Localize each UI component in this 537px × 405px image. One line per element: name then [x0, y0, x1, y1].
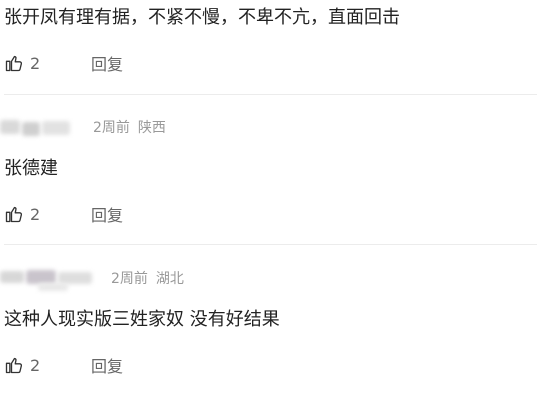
- comment-actions: 2 回复: [4, 353, 123, 377]
- thumbs-up-icon: [5, 206, 23, 223]
- like-count: 2: [30, 204, 41, 224]
- comment-time: 2周前: [93, 120, 130, 136]
- comment-header: [0, 116, 80, 140]
- reply-button[interactable]: 回复: [91, 353, 123, 377]
- comment-meta: 2周前 湖北: [111, 270, 184, 288]
- comment-location: 陕西: [137, 120, 166, 136]
- like-button[interactable]: 2: [4, 355, 40, 375]
- divider: [4, 244, 537, 245]
- reply-button[interactable]: 回复: [91, 202, 123, 226]
- comment-list: 张开凤有理有据，不紧不慢，不卑不亢，直面回击 2 回复 2周前 陕西 张德建 2 …: [0, 0, 537, 405]
- comment-header: [0, 267, 100, 291]
- comment-text: 这种人现实版三姓家奴 没有好结果: [4, 309, 280, 330]
- comment-text: 张德建: [4, 158, 58, 179]
- comment-actions: 2 回复: [4, 51, 123, 75]
- blurred-username[interactable]: [0, 116, 80, 140]
- comment-actions: 2 回复: [4, 202, 123, 226]
- like-button[interactable]: 2: [4, 204, 40, 224]
- comment-location: 湖北: [155, 271, 184, 287]
- thumbs-up-icon: [5, 357, 23, 374]
- like-count: 2: [30, 355, 41, 375]
- reply-button[interactable]: 回复: [91, 51, 123, 75]
- comment-meta: 2周前 陕西: [93, 119, 166, 137]
- thumbs-up-icon: [5, 55, 23, 72]
- like-button[interactable]: 2: [4, 53, 40, 73]
- comment-time: 2周前: [111, 271, 148, 287]
- like-count: 2: [30, 53, 41, 73]
- blurred-username[interactable]: [0, 267, 100, 291]
- comment-text: 张开凤有理有据，不紧不慢，不卑不亢，直面回击: [4, 7, 400, 28]
- divider: [4, 94, 537, 95]
